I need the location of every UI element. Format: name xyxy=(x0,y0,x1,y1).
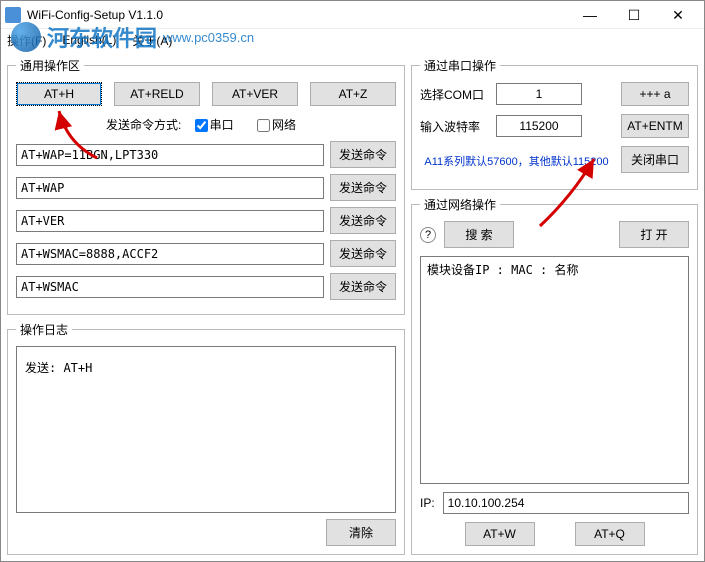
help-icon[interactable]: ? xyxy=(420,227,436,243)
window-title: WiFi-Config-Setup V1.1.0 xyxy=(27,8,568,22)
plus-a-button[interactable]: +++ a xyxy=(621,82,689,106)
cmd-input-2[interactable] xyxy=(16,210,324,232)
cmd-input-3[interactable] xyxy=(16,243,324,265)
ip-label: IP: xyxy=(420,496,435,510)
serial-checkbox[interactable] xyxy=(195,119,208,132)
network-checkbox[interactable] xyxy=(257,119,270,132)
general-group: 通用操作区 AT+H AT+RELD AT+VER AT+Z 发送命令方式: 串… xyxy=(7,57,405,315)
menu-english[interactable]: English(L) xyxy=(62,33,116,47)
com-input[interactable] xyxy=(496,83,582,105)
open-button[interactable]: 打 开 xyxy=(619,221,689,248)
at-h-button[interactable]: AT+H xyxy=(16,82,102,106)
search-button[interactable]: 搜 索 xyxy=(444,221,514,248)
serial-legend: 通过串口操作 xyxy=(420,57,500,74)
send-button-3[interactable]: 发送命令 xyxy=(330,240,396,267)
at-reld-button[interactable]: AT+RELD xyxy=(114,82,200,106)
network-group: 通过网络操作 ? 搜 索 打 开 模块设备IP : MAC : 名称 IP: A… xyxy=(411,196,698,555)
general-legend: 通用操作区 xyxy=(16,57,84,74)
cmd-input-4[interactable] xyxy=(16,276,324,298)
at-q-button[interactable]: AT+Q xyxy=(575,522,645,546)
maximize-button[interactable]: ☐ xyxy=(612,2,656,28)
at-w-button[interactable]: AT+W xyxy=(465,522,535,546)
send-button-0[interactable]: 发送命令 xyxy=(330,141,396,168)
serial-group: 通过串口操作 选择COM口 +++ a 输入波特率 AT+ENTM A11系列默… xyxy=(411,57,698,190)
app-icon xyxy=(5,7,21,23)
at-entm-button[interactable]: AT+ENTM xyxy=(621,114,689,138)
at-ver-button[interactable]: AT+VER xyxy=(212,82,298,106)
send-button-4[interactable]: 发送命令 xyxy=(330,273,396,300)
com-label: 选择COM口 xyxy=(420,86,488,103)
log-textarea[interactable]: 发送: AT+H xyxy=(16,346,396,513)
cmd-input-0[interactable] xyxy=(16,144,324,166)
menu-about[interactable]: 关于(A) xyxy=(132,32,172,49)
cmd-input-1[interactable] xyxy=(16,177,324,199)
send-mode-label: 发送命令方式: xyxy=(106,118,181,132)
device-list-header: 模块设备IP : MAC : 名称 xyxy=(427,261,682,278)
menu-operation[interactable]: 操作(F) xyxy=(7,32,46,49)
send-button-2[interactable]: 发送命令 xyxy=(330,207,396,234)
close-button[interactable]: ✕ xyxy=(656,2,700,28)
serial-note: A11系列默认57600，其他默认115200 xyxy=(420,153,613,169)
clear-log-button[interactable]: 清除 xyxy=(326,519,396,546)
at-z-button[interactable]: AT+Z xyxy=(310,82,396,106)
close-serial-button[interactable]: 关闭串口 xyxy=(621,146,689,173)
serial-checkbox-label[interactable]: 串口 xyxy=(195,118,234,132)
network-legend: 通过网络操作 xyxy=(420,196,500,213)
minimize-button[interactable]: — xyxy=(568,2,612,28)
log-group: 操作日志 发送: AT+H 清除 xyxy=(7,321,405,555)
baud-label: 输入波特率 xyxy=(420,118,488,135)
network-checkbox-label[interactable]: 网络 xyxy=(257,118,296,132)
log-legend: 操作日志 xyxy=(16,321,72,338)
device-list[interactable]: 模块设备IP : MAC : 名称 xyxy=(420,256,689,484)
baud-input[interactable] xyxy=(496,115,582,137)
ip-input[interactable] xyxy=(443,492,689,514)
send-button-1[interactable]: 发送命令 xyxy=(330,174,396,201)
